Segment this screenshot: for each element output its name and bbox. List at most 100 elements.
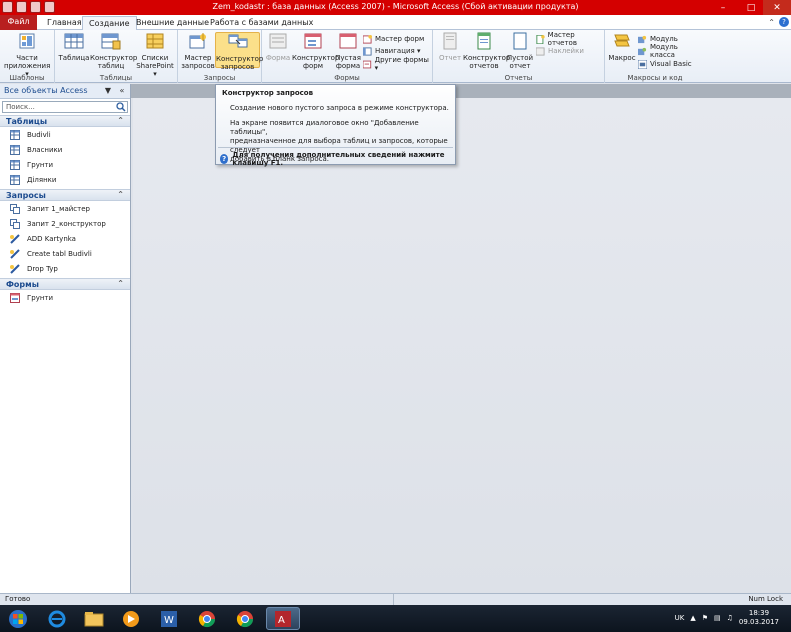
nav-search-input[interactable]: Поиск... bbox=[2, 101, 128, 113]
status-divider bbox=[393, 594, 394, 605]
form-object-icon bbox=[10, 292, 20, 303]
class-module-icon bbox=[638, 47, 647, 55]
app-parts-label-1: Части bbox=[16, 54, 38, 62]
network-icon[interactable]: ▤ bbox=[714, 614, 721, 622]
svg-text:W: W bbox=[164, 615, 174, 626]
form-wizard-button[interactable]: Мастер форм bbox=[363, 33, 424, 45]
group-macros: Макрос Модуль Модуль класса Visual Basic… bbox=[605, 30, 705, 83]
start-button[interactable] bbox=[2, 607, 34, 630]
nav-item-query[interactable]: Create tabl Budivli bbox=[0, 246, 130, 261]
nav-item-table[interactable]: Власники bbox=[0, 142, 130, 157]
tab-home[interactable]: Главная bbox=[41, 16, 88, 30]
minimize-button[interactable]: – bbox=[709, 0, 737, 15]
taskbar-word[interactable]: W bbox=[152, 607, 186, 630]
macro-button[interactable]: Макрос bbox=[607, 32, 637, 62]
group-label-reports: Отчеты bbox=[504, 74, 533, 82]
nav-section-forms-title: Формы bbox=[6, 280, 39, 289]
chrome-icon bbox=[198, 610, 216, 627]
sharepoint-lists-button[interactable]: Списки SharePoint ▾ bbox=[134, 32, 176, 78]
tab-external-data[interactable]: Внешние данные bbox=[130, 16, 215, 30]
collapse-icon[interactable]: ⌃ bbox=[117, 190, 124, 199]
tray-chevron-icon[interactable]: ▲ bbox=[690, 614, 695, 622]
nav-menu-icon[interactable]: ▼ bbox=[103, 86, 113, 96]
nav-section-queries[interactable]: Запросы ⌃ bbox=[0, 189, 130, 201]
taskbar-access[interactable]: A bbox=[266, 607, 300, 630]
help-icon[interactable]: ? bbox=[779, 17, 789, 27]
taskbar-media-player[interactable] bbox=[114, 607, 148, 630]
nav-item-label: Create tabl Budivli bbox=[27, 249, 92, 258]
tab-file[interactable]: Файл bbox=[0, 15, 37, 30]
labels-button[interactable]: Наклейки bbox=[536, 45, 584, 57]
access-icon: A bbox=[275, 610, 291, 627]
nav-item-query[interactable]: Запит 1_майстер bbox=[0, 201, 130, 216]
more-forms-button[interactable]: Другие формы ▾ bbox=[363, 56, 432, 72]
query-wizard-button[interactable]: Мастер запросов bbox=[181, 32, 215, 70]
report-wizard-button[interactable]: Мастер отчетов bbox=[536, 31, 604, 47]
group-tables: Таблица Конструктор таблиц Списки ShareP… bbox=[55, 30, 178, 83]
internet-explorer-icon bbox=[48, 610, 66, 627]
nav-collapse-icon[interactable]: « bbox=[117, 86, 127, 96]
blank-form-icon bbox=[339, 33, 357, 49]
sharepoint-lists-icon bbox=[146, 33, 164, 49]
nav-item-table[interactable]: Грунти bbox=[0, 157, 130, 172]
clock[interactable]: 18:39 09.03.2017 bbox=[739, 609, 779, 627]
module-icon bbox=[638, 35, 647, 43]
labels-icon bbox=[536, 46, 545, 56]
collapse-icon[interactable]: ⌃ bbox=[117, 279, 124, 288]
report-button[interactable]: Отчет bbox=[437, 32, 463, 62]
taskbar-ie[interactable] bbox=[40, 607, 74, 630]
form-button[interactable]: Форма bbox=[264, 32, 292, 62]
nav-item-table[interactable]: Budivli bbox=[0, 127, 130, 142]
nav-item-query[interactable]: Запит 2_конструктор bbox=[0, 216, 130, 231]
minimize-ribbon-icon[interactable]: ⌃ bbox=[768, 18, 775, 27]
nav-header-title: Все объекты Access bbox=[4, 86, 88, 95]
visual-basic-button[interactable]: Visual Basic bbox=[638, 58, 692, 70]
nav-section-forms[interactable]: Формы ⌃ bbox=[0, 278, 130, 290]
ribbon-tab-bar: Файл Главная Создание Внешние данные Раб… bbox=[0, 15, 791, 30]
taskbar-chrome-2[interactable] bbox=[228, 607, 262, 630]
tab-create[interactable]: Создание bbox=[82, 16, 137, 30]
group-label-macros: Макросы и код bbox=[627, 74, 683, 82]
collapse-icon[interactable]: ⌃ bbox=[117, 116, 124, 125]
form-icon bbox=[269, 33, 287, 49]
navigation-label: Навигация ▾ bbox=[375, 47, 421, 55]
select-query-icon bbox=[10, 218, 20, 229]
labels-label: Наклейки bbox=[548, 47, 584, 55]
app-parts-button[interactable]: Части приложения ▾ bbox=[4, 32, 50, 78]
blank-form-label-2: форма bbox=[335, 62, 361, 70]
blank-form-button[interactable]: Пустая форма bbox=[334, 32, 362, 70]
form-design-icon bbox=[304, 33, 322, 49]
chrome-icon bbox=[236, 610, 254, 627]
nav-item-label: ADD Kartynka bbox=[27, 234, 76, 243]
volume-icon[interactable]: ♫ bbox=[727, 614, 733, 622]
nav-section-tables[interactable]: Таблицы ⌃ bbox=[0, 115, 130, 127]
table-design-button[interactable]: Конструктор таблиц bbox=[90, 32, 137, 70]
query-wizard-label-1: Мастер bbox=[184, 54, 212, 62]
tooltip-title: Конструктор запросов bbox=[222, 89, 314, 97]
close-button[interactable]: ✕ bbox=[763, 0, 791, 15]
nav-item-form[interactable]: Грунти bbox=[0, 290, 130, 305]
language-indicator[interactable]: UK bbox=[675, 614, 685, 622]
group-queries: Мастер запросов Конструктор запросов Зап… bbox=[178, 30, 263, 83]
tab-database-tools[interactable]: Работа с базами данных bbox=[204, 16, 319, 30]
table-object-icon bbox=[10, 129, 20, 140]
notification-flag-icon[interactable]: ⚑ bbox=[702, 614, 708, 622]
search-icon[interactable] bbox=[116, 102, 126, 112]
query-design-button[interactable]: Конструктор запросов bbox=[215, 32, 263, 71]
maximize-button[interactable]: □ bbox=[737, 0, 765, 15]
nav-item-label: Власники bbox=[27, 145, 63, 154]
taskbar-chrome[interactable] bbox=[190, 607, 224, 630]
class-module-button[interactable]: Модуль класса bbox=[638, 43, 705, 59]
blank-report-button[interactable]: Пустой отчет bbox=[506, 32, 534, 70]
nav-item-query[interactable]: ADD Kartynka bbox=[0, 231, 130, 246]
table-icon bbox=[64, 33, 84, 49]
table-button[interactable]: Таблица bbox=[58, 32, 90, 62]
status-bar: Готово Num Lock bbox=[0, 593, 791, 605]
nav-item-table[interactable]: Ділянки bbox=[0, 172, 130, 187]
nav-header[interactable]: Все объекты Access ▼ « bbox=[0, 84, 130, 99]
tooltip-query-design: Конструктор запросов Создание нового пус… bbox=[215, 84, 456, 167]
taskbar-explorer[interactable] bbox=[77, 607, 111, 630]
report-design-button[interactable]: Конструктор отчетов bbox=[463, 32, 510, 70]
form-design-button[interactable]: Конструктор форм bbox=[292, 32, 339, 70]
nav-item-query[interactable]: Drop Typ bbox=[0, 261, 130, 276]
